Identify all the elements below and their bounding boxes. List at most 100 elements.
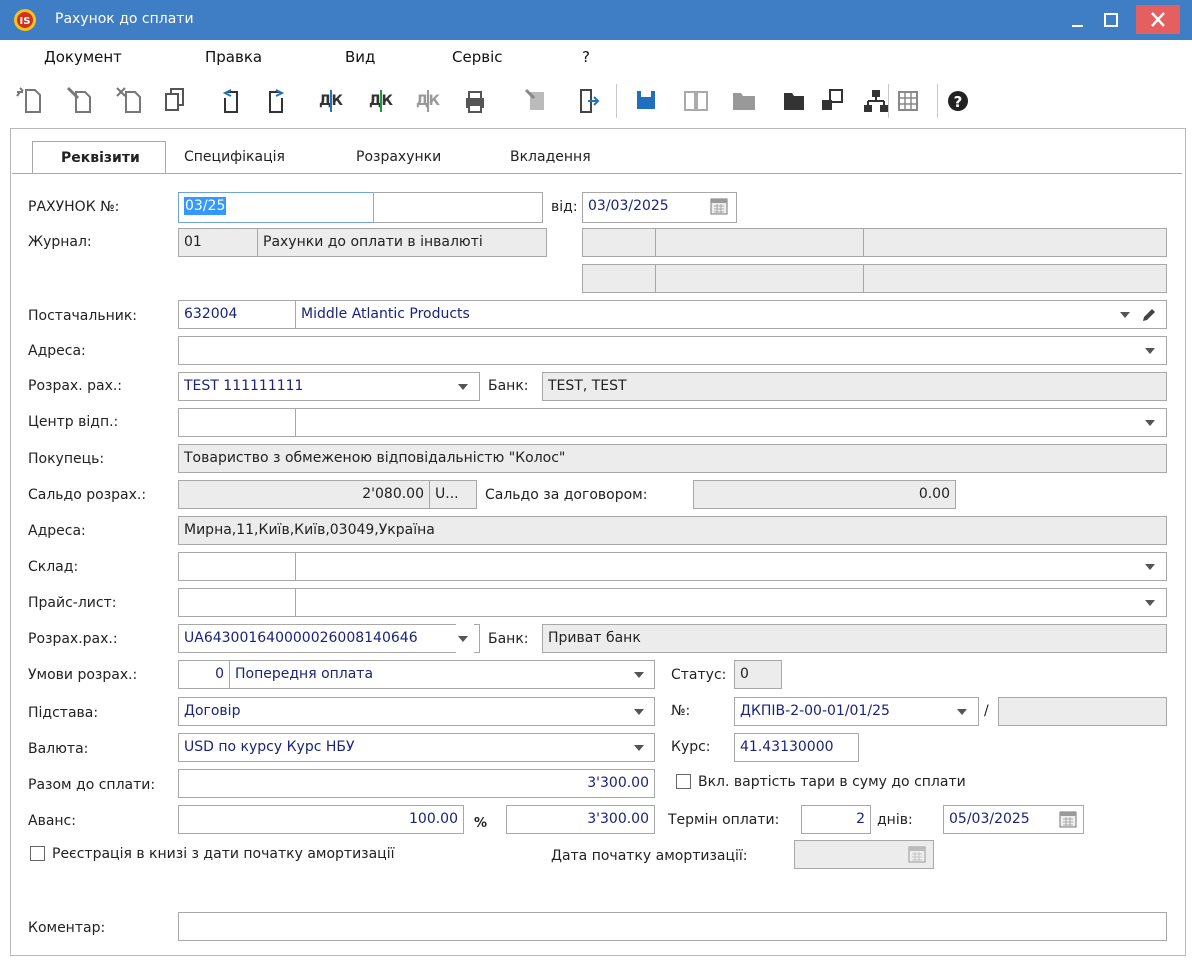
exit-button[interactable] xyxy=(572,80,604,120)
bank2-field: Приват банк xyxy=(542,624,1167,653)
settlement-account2-label: Розрах.рах.: xyxy=(28,631,118,647)
buyer-address-field: Мирна,11,Київ,Київ,03049,Україна xyxy=(178,516,1167,545)
settlement-account2-select[interactable]: UA643001640000026008140646 xyxy=(178,624,480,653)
buyer-field: Товариство з обмеженою відповідальністю … xyxy=(178,444,1167,473)
edit-doc-button[interactable] xyxy=(64,80,96,120)
tab-requisites[interactable]: Реквізити xyxy=(32,141,166,174)
buyer-address-label: Адреса: xyxy=(28,523,86,539)
edit-doc-icon xyxy=(66,86,91,113)
calendar-icon[interactable] xyxy=(710,197,728,215)
journal-code-field: 01 xyxy=(178,228,258,257)
maximize-icon xyxy=(1104,13,1118,27)
dk-green-button[interactable]: ДК xyxy=(365,80,397,120)
calendar-icon[interactable] xyxy=(1059,810,1077,828)
extra-field-2 xyxy=(655,228,864,257)
terms-code-input[interactable]: 0 xyxy=(178,660,230,689)
chevron-down-icon[interactable] xyxy=(632,697,644,726)
chevron-down-icon[interactable] xyxy=(632,733,644,762)
chevron-down-icon[interactable] xyxy=(1143,336,1155,365)
menu-edit[interactable]: Правка xyxy=(205,48,262,66)
maximize-button[interactable] xyxy=(1094,5,1128,34)
responsibility-center-select[interactable] xyxy=(295,408,1167,437)
advance-sum-input[interactable]: 3'300.00 xyxy=(506,805,655,834)
currency-select[interactable]: USD по курсу Курс НБУ xyxy=(178,733,655,762)
copy-doc-button[interactable] xyxy=(160,80,192,120)
menu-help[interactable]: ? xyxy=(582,48,590,66)
next-doc-button[interactable] xyxy=(260,80,292,120)
advance-percent-input[interactable]: 100.00 xyxy=(178,805,464,834)
register-checkbox[interactable] xyxy=(30,846,45,861)
delete-doc-button[interactable] xyxy=(114,80,146,120)
link-button[interactable] xyxy=(816,80,848,120)
warehouse-code-input[interactable] xyxy=(178,552,296,581)
minimize-icon xyxy=(1072,25,1083,27)
printer-icon xyxy=(466,91,484,113)
chevron-down-icon[interactable] xyxy=(456,624,474,653)
arrow-left-doc-icon xyxy=(222,89,238,113)
supplier-code-input[interactable]: 632004 xyxy=(178,300,296,329)
toolbar-separator xyxy=(616,84,617,118)
link-icon xyxy=(822,89,843,110)
payment-term-input[interactable]: 2 xyxy=(801,805,871,834)
advance-label: Аванс: xyxy=(28,813,76,829)
tare-checkbox[interactable] xyxy=(676,774,691,789)
minimize-button[interactable] xyxy=(1060,5,1094,34)
basis-select[interactable]: Договір xyxy=(178,697,655,726)
chevron-down-icon[interactable] xyxy=(1143,408,1155,437)
tab-settlements[interactable]: Розрахунки xyxy=(356,141,476,173)
book-button[interactable] xyxy=(680,80,712,120)
percent-label: % xyxy=(474,816,488,831)
dk-icon: ДК xyxy=(319,90,344,112)
help-button[interactable]: ? xyxy=(942,80,974,120)
menu-service[interactable]: Сервіс xyxy=(452,48,502,66)
dk-grey-button[interactable]: ДК xyxy=(412,80,444,120)
app-logo-icon: IS xyxy=(14,9,36,31)
invoice-number-input[interactable]: 03/25 xyxy=(178,192,374,223)
total-field[interactable]: 3'300.00 xyxy=(178,769,655,798)
contract-number-select[interactable]: ДКПІВ-2-00-01/01/25 xyxy=(734,697,979,726)
warehouse-select[interactable] xyxy=(295,552,1167,581)
chevron-down-icon[interactable] xyxy=(632,660,644,689)
chevron-down-icon[interactable] xyxy=(1118,300,1130,329)
table-button[interactable] xyxy=(892,80,924,120)
bank-label: Банк: xyxy=(488,378,529,394)
tab-bar: Реквізити Специфікація Розрахунки Вкладе… xyxy=(12,135,1182,174)
settlement-account-select[interactable]: TEST 111111111 xyxy=(178,372,480,401)
tab-specification[interactable]: Специфікація xyxy=(184,141,324,173)
address-select[interactable] xyxy=(178,336,1167,365)
edit-pencil-icon[interactable] xyxy=(1140,306,1158,324)
extra-field-1 xyxy=(582,228,656,257)
folder-button[interactable] xyxy=(728,80,760,120)
dk-green-icon: ДК xyxy=(369,90,394,112)
new-doc-button[interactable] xyxy=(14,80,46,120)
payment-term-label: Термін оплати: xyxy=(668,812,780,828)
invoice-number-suffix-input[interactable] xyxy=(373,192,543,223)
close-button[interactable] xyxy=(1136,5,1180,34)
tools-button[interactable] xyxy=(520,80,552,120)
pricelist-select[interactable] xyxy=(295,588,1167,617)
dk-button[interactable]: ДК xyxy=(315,80,347,120)
menu-document[interactable]: Документ xyxy=(44,48,122,66)
chevron-down-icon[interactable] xyxy=(456,372,468,401)
terms-select[interactable]: Попередня оплата xyxy=(229,660,655,689)
supplier-name-select[interactable]: Middle Atlantic Products xyxy=(295,300,1167,329)
chevron-down-icon[interactable] xyxy=(1143,588,1155,617)
chevron-down-icon[interactable] xyxy=(1143,552,1155,581)
slash-label: / xyxy=(984,703,989,719)
help-icon: ? xyxy=(948,91,968,111)
save-button[interactable] xyxy=(630,80,662,120)
archive-button[interactable] xyxy=(778,80,810,120)
menu-view[interactable]: Вид xyxy=(345,48,375,66)
contract-balance-label: Сальдо за договором: xyxy=(485,487,648,503)
comment-input[interactable] xyxy=(178,912,1167,941)
svg-text:IS: IS xyxy=(20,16,31,27)
rate-input[interactable]: 41.43130000 xyxy=(734,733,859,762)
print-button[interactable] xyxy=(458,80,490,120)
responsibility-center-code-input[interactable] xyxy=(178,408,296,437)
chevron-down-icon[interactable] xyxy=(955,697,967,726)
close-icon xyxy=(1151,12,1165,27)
toolbar-separator xyxy=(937,84,938,118)
tab-attachments[interactable]: Вкладення xyxy=(510,141,630,173)
prev-doc-button[interactable] xyxy=(215,80,247,120)
pricelist-code-input[interactable] xyxy=(178,588,296,617)
